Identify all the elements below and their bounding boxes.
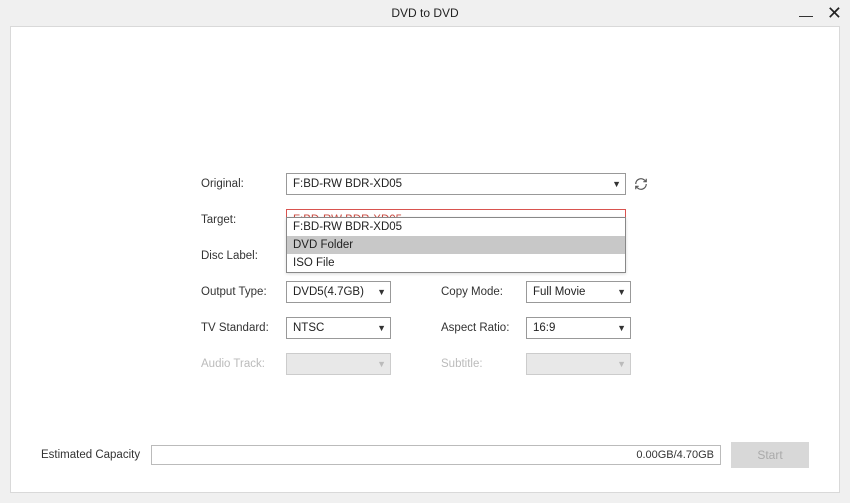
subtitle-select: ▼ — [526, 353, 631, 375]
start-button-label: Start — [757, 448, 782, 462]
output-type-select[interactable]: DVD5(4.7GB) ▼ — [286, 281, 391, 303]
start-button[interactable]: Start — [731, 442, 809, 468]
aspect-ratio-value: 16:9 — [533, 322, 555, 334]
tv-standard-value: NTSC — [293, 322, 324, 334]
target-option-drive[interactable]: F:BD-RW BDR-XD05 — [287, 218, 625, 236]
original-select-value: F:BD-RW BDR-XD05 — [293, 178, 402, 190]
aspect-ratio-select[interactable]: 16:9 ▼ — [526, 317, 631, 339]
output-type-value: DVD5(4.7GB) — [293, 286, 364, 298]
output-type-label: Output Type: — [201, 286, 286, 298]
capacity-progress: 0.00GB/4.70GB — [151, 445, 721, 465]
audio-track-label: Audio Track: — [201, 358, 286, 370]
refresh-icon[interactable] — [634, 177, 648, 191]
target-dropdown[interactable]: F:BD-RW BDR-XD05 DVD Folder ISO File — [286, 217, 626, 273]
aspect-ratio-label: Aspect Ratio: — [441, 322, 526, 334]
chevron-down-icon: ▼ — [377, 287, 386, 297]
chevron-down-icon: ▼ — [617, 323, 626, 333]
tv-standard-select[interactable]: NTSC ▼ — [286, 317, 391, 339]
copy-mode-select[interactable]: Full Movie ▼ — [526, 281, 631, 303]
disc-label-label: Disc Label: — [201, 250, 286, 262]
chevron-down-icon: ▼ — [617, 359, 626, 369]
chevron-down-icon: ▼ — [617, 287, 626, 297]
target-option-iso-file[interactable]: ISO File — [287, 254, 625, 272]
target-option-dvd-folder[interactable]: DVD Folder — [287, 236, 625, 254]
chevron-down-icon: ▼ — [377, 323, 386, 333]
chevron-down-icon: ▼ — [612, 179, 621, 189]
close-button[interactable]: ✕ — [827, 4, 842, 22]
copy-mode-label: Copy Mode: — [441, 286, 526, 298]
target-label: Target: — [201, 214, 286, 226]
titlebar: DVD to DVD ✕ — [0, 0, 850, 26]
subtitle-label: Subtitle: — [441, 358, 526, 370]
minimize-button[interactable] — [799, 16, 813, 17]
chevron-down-icon: ▼ — [377, 359, 386, 369]
tv-standard-label: TV Standard: — [201, 322, 286, 334]
copy-mode-value: Full Movie — [533, 286, 585, 298]
client-area: Original: F:BD-RW BDR-XD05 ▼ Target: — [10, 26, 840, 493]
original-select[interactable]: F:BD-RW BDR-XD05 ▼ — [286, 173, 626, 195]
capacity-label: Estimated Capacity — [41, 449, 141, 461]
audio-track-select: ▼ — [286, 353, 391, 375]
original-label: Original: — [201, 178, 286, 190]
capacity-text: 0.00GB/4.70GB — [636, 449, 714, 461]
window-title: DVD to DVD — [391, 6, 458, 20]
